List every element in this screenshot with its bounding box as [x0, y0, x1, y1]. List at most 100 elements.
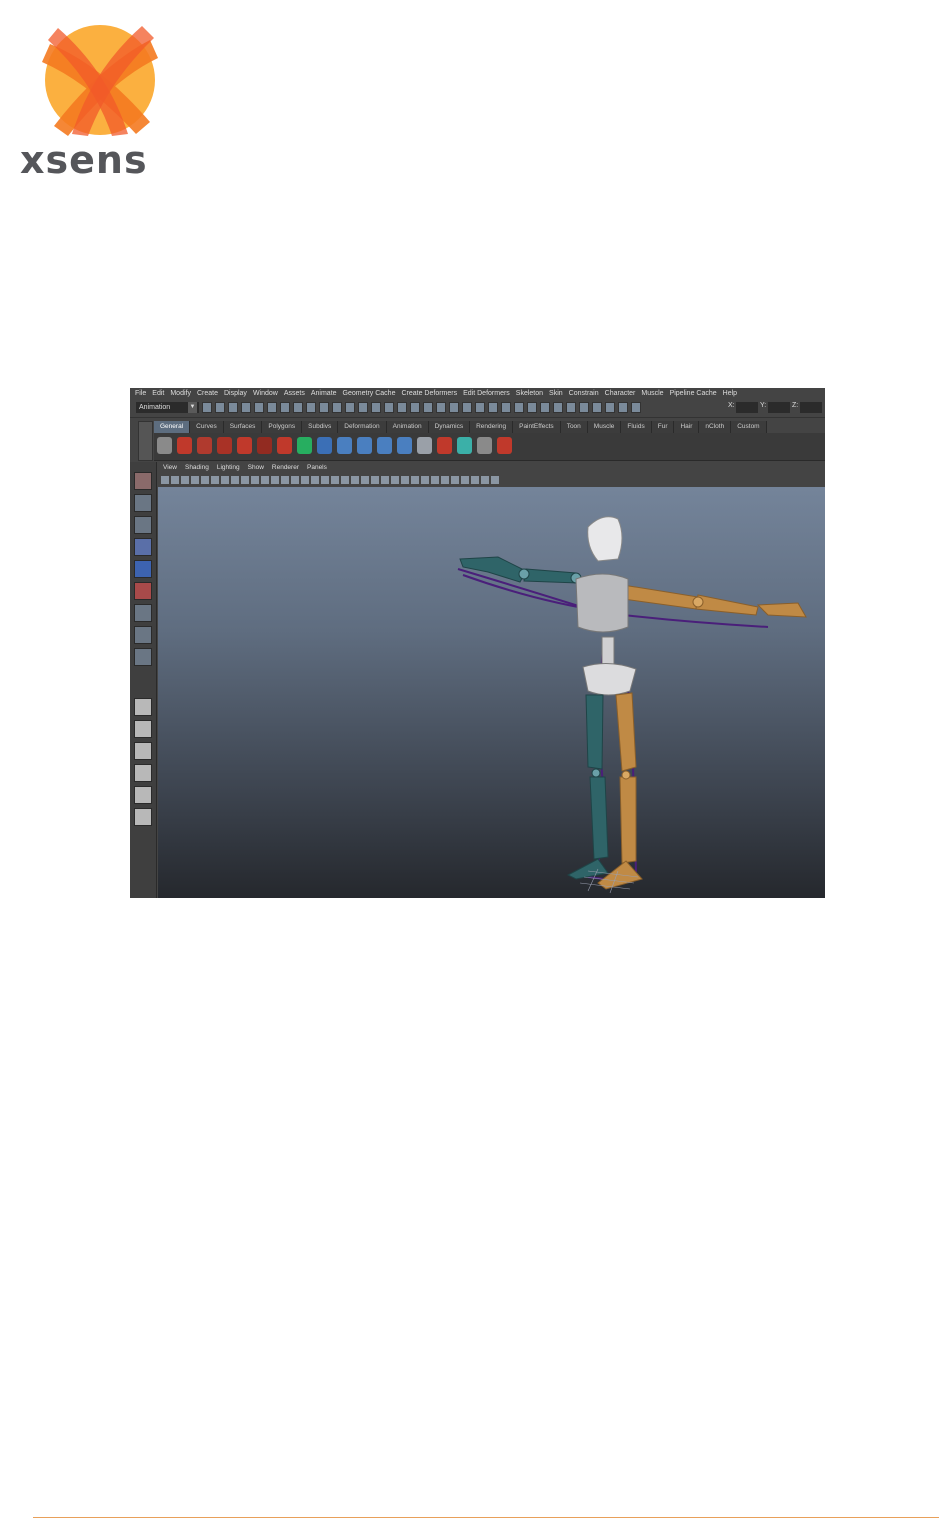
rotate-tool-icon[interactable]: [134, 560, 152, 578]
layout-outliner-icon[interactable]: [134, 742, 152, 760]
manipulator-icon[interactable]: [134, 604, 152, 622]
shelf-tool-icon[interactable]: [197, 437, 212, 454]
status-tool-icon[interactable]: [280, 402, 290, 413]
shelf-tool-icon[interactable]: [277, 437, 292, 454]
shelf-tab-subdivs[interactable]: Subdivs: [302, 421, 339, 433]
panel-tool-icon[interactable]: [481, 476, 489, 484]
z-field[interactable]: [800, 402, 822, 413]
move-tool-icon[interactable]: [134, 538, 152, 556]
panel-tool-icon[interactable]: [331, 476, 339, 484]
panel-tool-icon[interactable]: [451, 476, 459, 484]
panel-tool-icon[interactable]: [391, 476, 399, 484]
panel-tool-icon[interactable]: [421, 476, 429, 484]
panel-tool-icon[interactable]: [281, 476, 289, 484]
status-tool-icon[interactable]: [618, 402, 628, 413]
panel-menu-show[interactable]: Show: [248, 464, 264, 473]
menu-assets[interactable]: Assets: [284, 390, 305, 397]
shelf-tab-custom[interactable]: Custom: [731, 421, 767, 433]
status-tool-icon[interactable]: [228, 402, 238, 413]
status-tool-icon[interactable]: [254, 402, 264, 413]
status-tool-icon[interactable]: [462, 402, 472, 413]
panel-tool-icon[interactable]: [231, 476, 239, 484]
menu-display[interactable]: Display: [224, 390, 247, 397]
panel-tool-icon[interactable]: [301, 476, 309, 484]
panel-tool-icon[interactable]: [201, 476, 209, 484]
shelf-tab-animation[interactable]: Animation: [386, 421, 429, 433]
shelf-tab-deformation[interactable]: Deformation: [338, 421, 387, 433]
panel-tool-icon[interactable]: [181, 476, 189, 484]
panel-tool-icon[interactable]: [321, 476, 329, 484]
status-tool-icon[interactable]: [332, 402, 342, 413]
status-tool-icon[interactable]: [449, 402, 459, 413]
panel-tool-icon[interactable]: [271, 476, 279, 484]
status-tool-icon[interactable]: [501, 402, 511, 413]
shelf-tab-surfaces[interactable]: Surfaces: [223, 421, 263, 433]
status-tool-icon[interactable]: [423, 402, 433, 413]
status-tool-icon[interactable]: [293, 402, 303, 413]
status-tool-icon[interactable]: [579, 402, 589, 413]
shelf-tab-toon[interactable]: Toon: [560, 421, 588, 433]
status-tool-icon[interactable]: [397, 402, 407, 413]
panel-tool-icon[interactable]: [211, 476, 219, 484]
panel-tool-icon[interactable]: [341, 476, 349, 484]
panel-tool-icon[interactable]: [351, 476, 359, 484]
menu-modify[interactable]: Modify: [170, 390, 191, 397]
status-tool-icon[interactable]: [345, 402, 355, 413]
status-tool-icon[interactable]: [215, 402, 225, 413]
panel-menu-lighting[interactable]: Lighting: [217, 464, 240, 473]
panel-tool-icon[interactable]: [241, 476, 249, 484]
panel-menu-renderer[interactable]: Renderer: [272, 464, 299, 473]
shelf-tab-muscle[interactable]: Muscle: [587, 421, 622, 433]
panel-tool-icon[interactable]: [431, 476, 439, 484]
shelf-tab-polygons[interactable]: Polygons: [262, 421, 303, 433]
shelf-tab-fluids[interactable]: Fluids: [621, 421, 652, 433]
shelf-tool-icon[interactable]: [237, 437, 252, 454]
status-tool-icon[interactable]: [319, 402, 329, 413]
status-tool-icon[interactable]: [358, 402, 368, 413]
panel-tool-icon[interactable]: [221, 476, 229, 484]
status-tool-icon[interactable]: [306, 402, 316, 413]
shelf-tab-curves[interactable]: Curves: [190, 421, 224, 433]
shelf-tool-icon[interactable]: [397, 437, 412, 454]
shelf-tool-icon[interactable]: [217, 437, 232, 454]
status-tool-icon[interactable]: [241, 402, 251, 413]
scale-tool-icon[interactable]: [134, 582, 152, 600]
shelf-tool-icon[interactable]: [437, 437, 452, 454]
status-tool-icon[interactable]: [488, 402, 498, 413]
shelf-tool-icon[interactable]: [157, 437, 172, 454]
menu-create[interactable]: Create: [197, 390, 218, 397]
shelf-tab-hair[interactable]: Hair: [674, 421, 700, 433]
status-tool-icon[interactable]: [592, 402, 602, 413]
layout-hypershade-icon[interactable]: [134, 786, 152, 804]
shelf-tool-icon[interactable]: [297, 437, 312, 454]
shelf-tool-icon[interactable]: [357, 437, 372, 454]
shelf-tool-icon[interactable]: [417, 437, 432, 454]
status-tool-icon[interactable]: [202, 402, 212, 413]
status-tool-icon[interactable]: [566, 402, 576, 413]
shelf-tool-icon[interactable]: [497, 437, 512, 454]
panel-menu-view[interactable]: View: [163, 464, 177, 473]
status-tool-icon[interactable]: [514, 402, 524, 413]
paint-select-tool-icon[interactable]: [134, 516, 152, 534]
menu-window[interactable]: Window: [253, 390, 278, 397]
shelf-tool-icon[interactable]: [257, 437, 272, 454]
menu-muscle[interactable]: Muscle: [641, 390, 663, 397]
status-tool-icon[interactable]: [371, 402, 381, 413]
menu-skeleton[interactable]: Skeleton: [516, 390, 543, 397]
menu-file[interactable]: File: [135, 390, 146, 397]
menu-constrain[interactable]: Constrain: [569, 390, 599, 397]
menu-geometry-cache[interactable]: Geometry Cache: [343, 390, 396, 397]
panel-tool-icon[interactable]: [261, 476, 269, 484]
shelf-tab-general[interactable]: General: [154, 421, 191, 433]
status-tool-icon[interactable]: [475, 402, 485, 413]
panel-tool-icon[interactable]: [161, 476, 169, 484]
panel-tool-icon[interactable]: [291, 476, 299, 484]
3d-viewport[interactable]: [158, 487, 825, 898]
shelf-tab-dynamics[interactable]: Dynamics: [428, 421, 471, 433]
panel-tool-icon[interactable]: [461, 476, 469, 484]
panel-tool-icon[interactable]: [171, 476, 179, 484]
layout-four-icon[interactable]: [134, 720, 152, 738]
status-tool-icon[interactable]: [540, 402, 550, 413]
select-tool-icon[interactable]: [134, 472, 152, 490]
x-field[interactable]: [736, 402, 758, 413]
